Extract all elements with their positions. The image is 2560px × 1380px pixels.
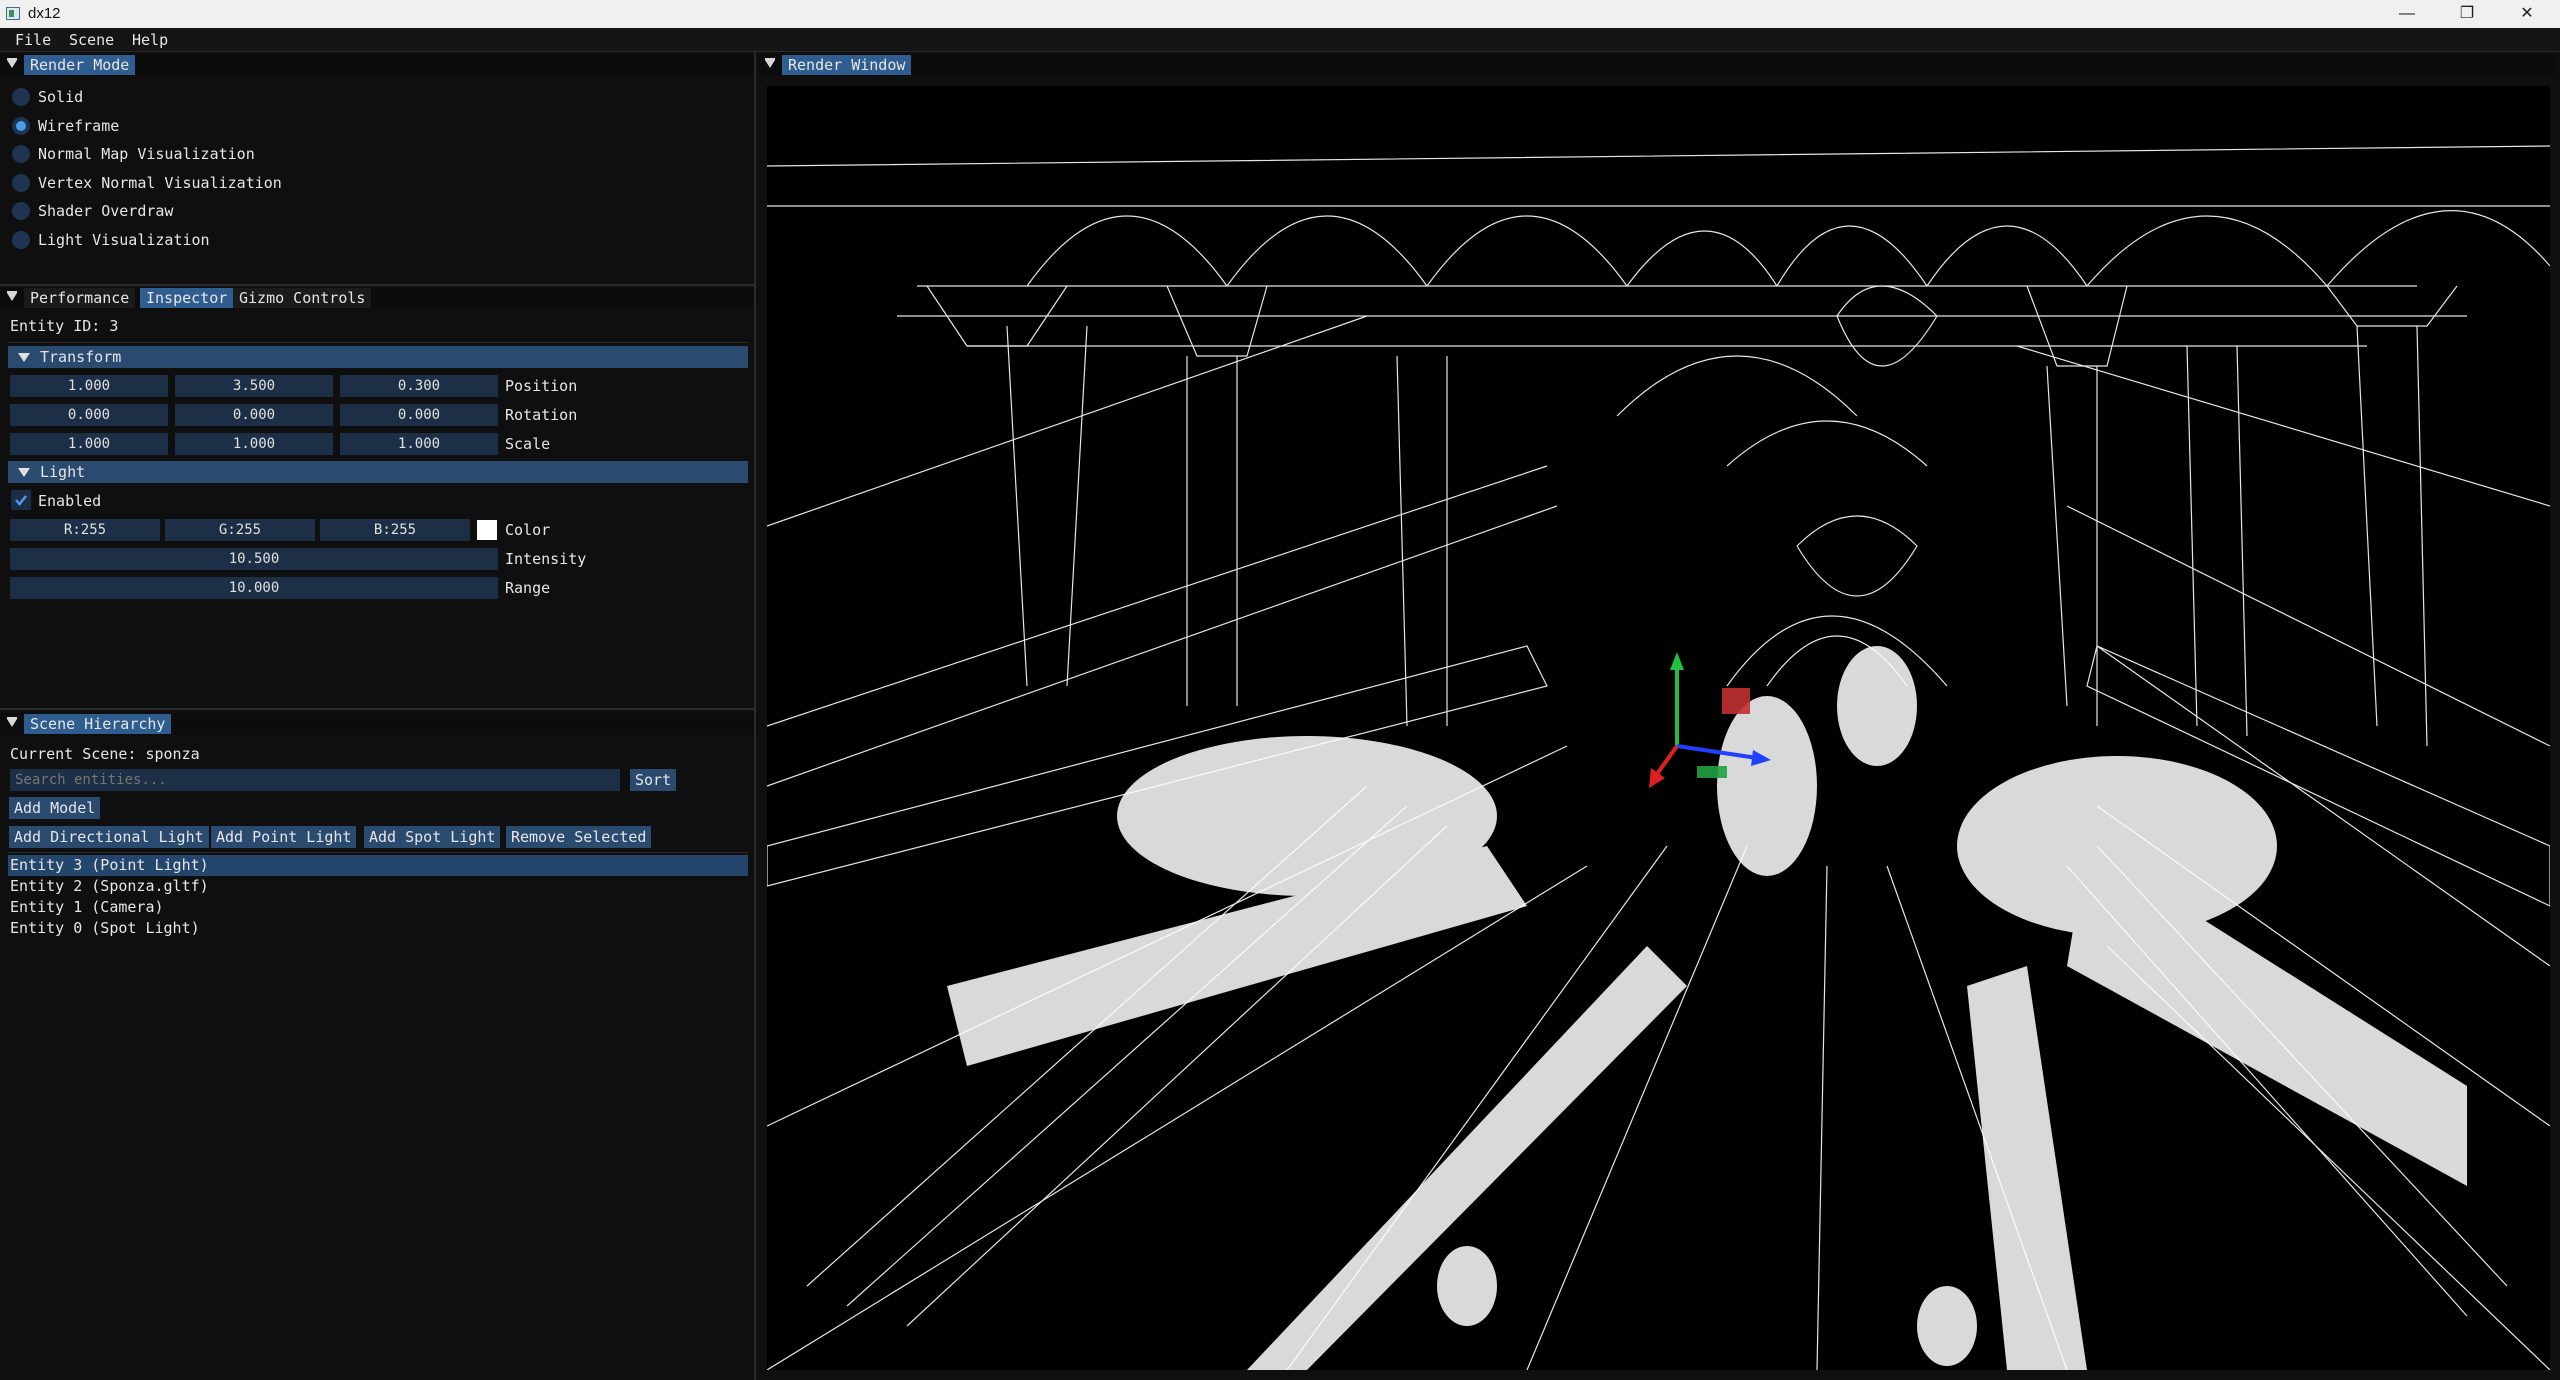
menu-scene[interactable]: Scene bbox=[69, 31, 114, 49]
radio-icon bbox=[12, 145, 30, 163]
radio-label: Vertex Normal Visualization bbox=[38, 174, 282, 192]
close-button[interactable]: ✕ bbox=[2504, 0, 2550, 28]
entity-id: Entity ID: 3 bbox=[10, 317, 119, 335]
collapse-icon[interactable] bbox=[765, 58, 775, 68]
search-input[interactable] bbox=[10, 769, 620, 791]
tab-scene-hierarchy[interactable]: Scene Hierarchy bbox=[24, 714, 172, 734]
tab-inspector[interactable]: Inspector bbox=[140, 288, 234, 308]
enabled-checkbox[interactable] bbox=[11, 490, 31, 510]
render-viewport[interactable] bbox=[767, 86, 2550, 1370]
color-swatch[interactable] bbox=[477, 520, 497, 540]
section-label: Light bbox=[40, 463, 86, 481]
radio-icon bbox=[12, 202, 30, 220]
entity-row[interactable]: Entity 0 (Spot Light) bbox=[8, 918, 748, 939]
collapse-icon[interactable] bbox=[7, 291, 17, 301]
rotation-label: Rotation bbox=[505, 406, 578, 424]
hierarchy-header: Scene Hierarchy bbox=[0, 713, 754, 735]
scale-z-field[interactable]: 1.000 bbox=[340, 433, 498, 455]
add-point-light-button[interactable]: Add Point Light bbox=[211, 826, 357, 848]
tab-gizmo-controls[interactable]: Gizmo Controls bbox=[233, 288, 372, 308]
window-titlebar: dx12 — ❐ ✕ bbox=[0, 0, 2560, 28]
intensity-field[interactable]: 10.500 bbox=[10, 548, 498, 570]
inspector-header: Performance Inspector Gizmo Controls bbox=[0, 287, 754, 309]
divider bbox=[8, 342, 748, 343]
divider bbox=[8, 852, 748, 853]
menu-file[interactable]: File bbox=[15, 31, 51, 49]
render-window-header: Render Window bbox=[758, 54, 2556, 76]
add-model-button[interactable]: Add Model bbox=[9, 797, 101, 819]
position-y-field[interactable]: 3.500 bbox=[175, 375, 333, 397]
wireframe-scene bbox=[767, 145, 2550, 1370]
radio-label: Solid bbox=[38, 88, 84, 106]
range-label: Range bbox=[505, 579, 551, 597]
app-icon bbox=[6, 7, 20, 20]
entity-row[interactable]: Entity 1 (Camera) bbox=[8, 897, 748, 918]
range-field[interactable]: 10.000 bbox=[10, 577, 498, 599]
entity-row[interactable]: Entity 2 (Sponza.gltf) bbox=[8, 876, 748, 897]
position-x-field[interactable]: 1.000 bbox=[10, 375, 168, 397]
intensity-label: Intensity bbox=[505, 550, 587, 568]
entity-row-selected[interactable]: Entity 3 (Point Light) bbox=[8, 855, 748, 876]
remove-selected-button[interactable]: Remove Selected bbox=[506, 826, 652, 848]
color-label: Color bbox=[505, 521, 551, 539]
tab-render-window[interactable]: Render Window bbox=[782, 55, 912, 75]
divider bbox=[0, 284, 754, 286]
tab-performance[interactable]: Performance bbox=[24, 288, 136, 308]
collapse-icon[interactable] bbox=[7, 58, 17, 68]
rotation-x-field[interactable]: 0.000 bbox=[10, 404, 168, 426]
color-r-field[interactable]: R:255 bbox=[10, 519, 160, 541]
tab-render-mode[interactable]: Render Mode bbox=[24, 55, 136, 75]
scale-label: Scale bbox=[505, 435, 551, 453]
scale-x-field[interactable]: 1.000 bbox=[10, 433, 168, 455]
render-mode-header: Render Mode bbox=[0, 54, 754, 76]
rotation-y-field[interactable]: 0.000 bbox=[175, 404, 333, 426]
add-directional-light-button[interactable]: Add Directional Light bbox=[9, 826, 209, 848]
menu-bar: File Scene Help bbox=[0, 28, 2560, 52]
radio-label: Normal Map Visualization bbox=[38, 145, 255, 163]
radio-icon bbox=[12, 174, 30, 192]
menu-help[interactable]: Help bbox=[132, 31, 168, 49]
window-title: dx12 bbox=[28, 5, 61, 22]
light-section-header[interactable]: Light bbox=[8, 461, 748, 483]
scale-y-field[interactable]: 1.000 bbox=[175, 433, 333, 455]
position-label: Position bbox=[505, 377, 578, 395]
inspector-panel: Entity ID: 3 Transform 1.000 3.500 0.300… bbox=[0, 310, 754, 708]
current-scene-label: Current Scene: sponza bbox=[10, 745, 200, 763]
radio-icon bbox=[12, 231, 30, 249]
hierarchy-panel: Current Scene: sponza Sort Add Model Add… bbox=[0, 736, 754, 1380]
enabled-label: Enabled bbox=[38, 492, 102, 510]
add-spot-light-button[interactable]: Add Spot Light bbox=[364, 826, 501, 848]
expand-arrow-icon bbox=[18, 353, 30, 362]
render-mode-panel: Solid Wireframe Normal Map Visualization… bbox=[0, 76, 754, 284]
checkmark-icon bbox=[15, 495, 27, 506]
color-b-field[interactable]: B:255 bbox=[320, 519, 470, 541]
position-z-field[interactable]: 0.300 bbox=[340, 375, 498, 397]
restore-button[interactable]: ❐ bbox=[2444, 0, 2490, 28]
radio-label: Light Visualization bbox=[38, 231, 210, 249]
collapse-icon[interactable] bbox=[7, 717, 17, 727]
transform-section-header[interactable]: Transform bbox=[8, 346, 748, 368]
radio-label: Shader Overdraw bbox=[38, 202, 174, 220]
radio-label: Wireframe bbox=[38, 117, 120, 135]
rotation-z-field[interactable]: 0.000 bbox=[340, 404, 498, 426]
section-label: Transform bbox=[40, 348, 122, 366]
sort-button[interactable]: Sort bbox=[630, 769, 677, 791]
radio-icon bbox=[12, 88, 30, 106]
divider bbox=[0, 708, 754, 710]
color-g-field[interactable]: G:255 bbox=[165, 519, 315, 541]
radio-selected-icon bbox=[12, 117, 30, 135]
minimize-button[interactable]: — bbox=[2384, 0, 2430, 28]
expand-arrow-icon bbox=[18, 468, 30, 477]
